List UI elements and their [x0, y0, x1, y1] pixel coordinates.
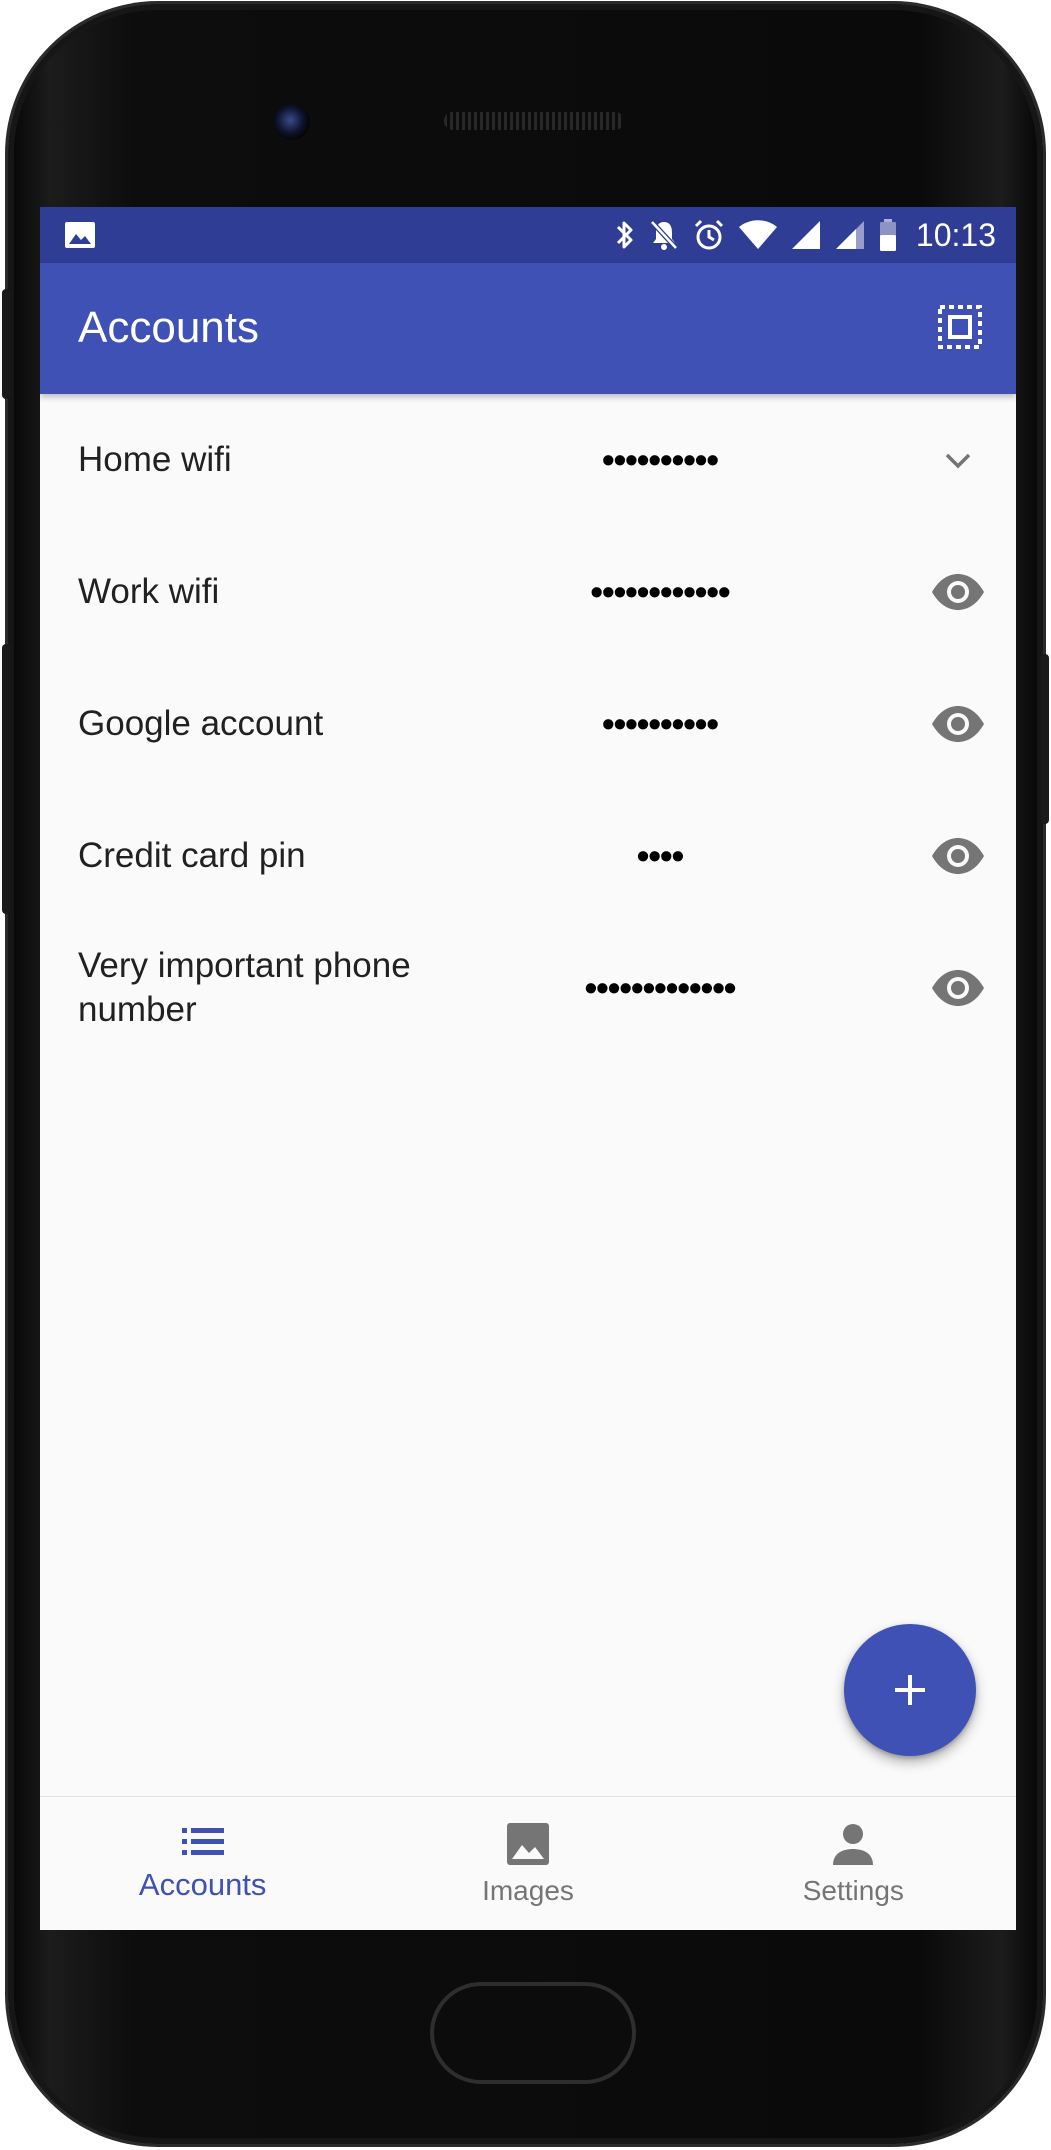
status-bar: 10:13 — [40, 207, 1016, 263]
account-secret-masked: •••• — [636, 835, 684, 876]
eye-icon — [932, 706, 984, 742]
status-icons: 10:13 — [614, 207, 996, 263]
wifi-icon — [738, 220, 777, 249]
account-name: Credit card pin — [78, 836, 306, 875]
account-secret-masked: •••••••••••• — [590, 571, 730, 612]
show-secret-button[interactable] — [926, 560, 990, 624]
bluetooth-icon — [616, 221, 633, 249]
chevron-down-icon — [945, 453, 971, 469]
nav-item-accounts[interactable]: Accounts — [40, 1797, 365, 1930]
notifications-off-icon — [650, 220, 678, 250]
signal-secondary-icon — [835, 221, 864, 249]
nav-label: Accounts — [138, 1867, 267, 1902]
side-button-left-top — [2, 289, 10, 399]
list-icon — [181, 1828, 224, 1855]
side-button-left-bottom — [2, 644, 10, 914]
person-icon — [833, 1824, 874, 1865]
show-secret-button[interactable] — [926, 956, 990, 1020]
bottom-navigation: Accounts Images Settings — [40, 1796, 1016, 1930]
add-account-button[interactable] — [844, 1624, 976, 1756]
nav-label: Settings — [802, 1875, 904, 1906]
status-time: 10:13 — [915, 216, 996, 253]
select-all-button[interactable] — [934, 301, 986, 353]
expand-button[interactable] — [926, 428, 990, 492]
list-item[interactable]: Credit card pin •••• — [40, 790, 1016, 922]
plus-icon — [895, 1675, 925, 1705]
front-camera — [274, 104, 310, 140]
app-bar: Accounts — [40, 263, 1016, 394]
account-name: Home wifi — [78, 440, 232, 479]
account-secret-masked: ••••••••••••• — [584, 967, 737, 1008]
show-secret-button[interactable] — [926, 824, 990, 888]
show-secret-button[interactable] — [926, 692, 990, 756]
accounts-list: Home wifi •••••••••• Work wifi •••••••••… — [40, 394, 1016, 1054]
account-secret-masked: •••••••••• — [601, 703, 719, 744]
screen: 10:13 Accounts Home wifi •••••••••• Work… — [40, 207, 1016, 1930]
list-item[interactable]: Work wifi •••••••••••• — [40, 526, 1016, 658]
nav-item-images[interactable]: Images — [365, 1797, 690, 1930]
account-secret-masked: •••••••••• — [601, 439, 719, 480]
page-title: Accounts — [78, 303, 259, 352]
nav-label: Images — [482, 1875, 574, 1906]
alarm-icon — [694, 219, 723, 250]
signal-icon — [791, 221, 820, 249]
image-notification-icon — [65, 222, 95, 248]
side-button-right — [1041, 654, 1049, 824]
list-item[interactable]: Google account •••••••••• — [40, 658, 1016, 790]
select-all-icon — [938, 305, 982, 349]
battery-icon — [879, 219, 896, 251]
account-name: Very important phone number — [78, 946, 411, 1029]
list-item[interactable]: Very important phone number ••••••••••••… — [40, 922, 1016, 1054]
eye-icon — [932, 838, 984, 874]
eye-icon — [932, 970, 984, 1006]
account-name: Google account — [78, 704, 324, 743]
home-button[interactable] — [430, 1982, 636, 2084]
image-icon — [506, 1823, 549, 1865]
list-item[interactable]: Home wifi •••••••••• — [40, 394, 1016, 526]
earpiece-speaker — [444, 112, 624, 130]
nav-item-settings[interactable]: Settings — [691, 1797, 1016, 1930]
eye-icon — [932, 574, 984, 610]
account-name: Work wifi — [78, 572, 220, 611]
